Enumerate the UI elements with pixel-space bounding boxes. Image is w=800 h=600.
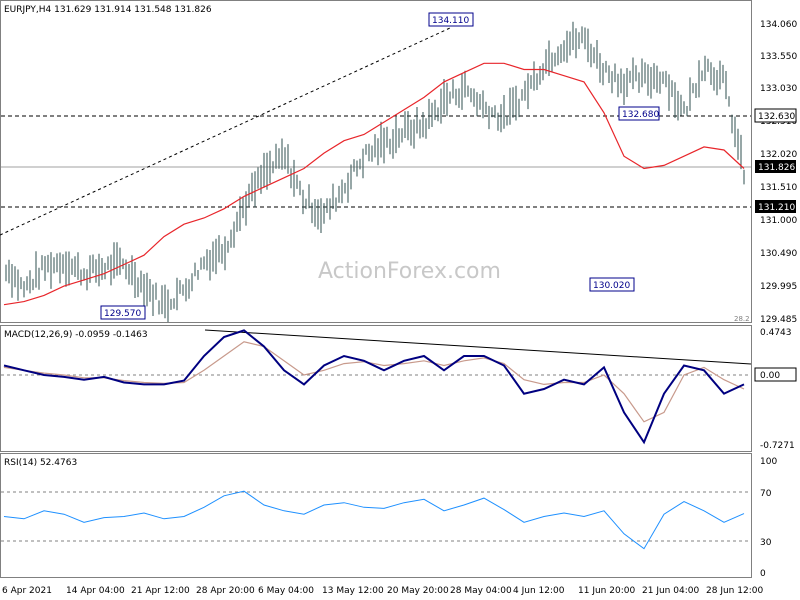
rsi-tick: 100	[760, 457, 777, 467]
x-tick: 6 May 04:00	[258, 586, 314, 596]
x-tick: 28 Apr 20:00	[196, 586, 255, 596]
x-axis: 6 Apr 2021 14 Apr 04:00 21 Apr 12:00 28 …	[2, 586, 763, 596]
level-tag-upper: 132.630	[754, 108, 797, 123]
macd-tick: 0.4743	[760, 328, 792, 338]
price-header: EURJPY,H4 131.629 131.914 131.548 131.82…	[4, 5, 212, 15]
rsi-tick: 70	[760, 489, 772, 499]
price-tick: 133.030	[760, 84, 797, 94]
x-tick: 14 Apr 04:00	[66, 586, 125, 596]
price-tick: 133.550	[760, 52, 797, 62]
level-tag-lower: 131.210	[755, 200, 796, 213]
price-tick: 134.060	[760, 20, 797, 30]
rising-trendline	[0, 27, 451, 236]
annotation-low-label: 129.570	[104, 309, 141, 319]
macd-panel-frame	[0, 325, 752, 452]
macd-header: MACD(12,26,9) -0.0959 -0.1463	[4, 330, 148, 340]
rsi-tick: 0	[760, 569, 766, 579]
annotation-dip-label: 130.020	[593, 281, 630, 291]
price-tick: 132.020	[760, 150, 797, 160]
x-tick: 28 Jun 12:00	[706, 586, 763, 596]
x-tick: 28 May 04:00	[450, 586, 512, 596]
x-tick: 20 May 20:00	[387, 586, 449, 596]
level-tag-lower-label: 131.210	[758, 203, 795, 213]
price-tick: 129.995	[760, 282, 797, 292]
annotation-mid-label: 132.680	[622, 110, 659, 120]
price-tick: 129.485	[760, 315, 797, 325]
price-tick: 131.510	[760, 183, 797, 193]
price-tick: 130.490	[760, 249, 797, 259]
current-price-label: 131.826	[758, 163, 795, 173]
clipped-label: 28.2	[734, 315, 750, 323]
macd-main-line	[3, 329, 745, 445]
x-tick: 21 Jun 04:00	[642, 586, 699, 596]
annotation-dip: 130.020	[589, 277, 635, 292]
rsi-header: RSI(14) 52.4763	[4, 458, 77, 468]
x-tick: 13 May 12:00	[322, 586, 384, 596]
rsi-line	[3, 490, 745, 550]
watermark: ActionForex.com	[318, 259, 501, 284]
x-tick: 11 Jun 20:00	[578, 586, 635, 596]
annotation-low: 129.570	[100, 305, 146, 320]
price-tick: 131.000	[760, 216, 797, 226]
eurjpy-chart: ActionForex.com 134.110 132.680 129.570 …	[0, 0, 797, 596]
annotation-high: 134.110	[428, 12, 474, 27]
annotation-mid: 132.680	[618, 106, 660, 121]
rsi-panel-frame	[0, 453, 752, 578]
current-price-tag: 131.826	[755, 160, 796, 173]
macd-tick: -0.7271	[760, 441, 795, 451]
level-tag-upper-label: 132.630	[758, 112, 795, 122]
macd-tick: 0.00	[760, 371, 780, 381]
x-tick: 21 Apr 12:00	[131, 586, 190, 596]
macd-signal-line	[3, 341, 745, 423]
annotation-high-label: 134.110	[432, 16, 469, 26]
rsi-tick: 30	[760, 538, 772, 548]
x-tick: 6 Apr 2021	[2, 586, 52, 596]
x-tick: 4 Jun 12:00	[513, 586, 565, 596]
